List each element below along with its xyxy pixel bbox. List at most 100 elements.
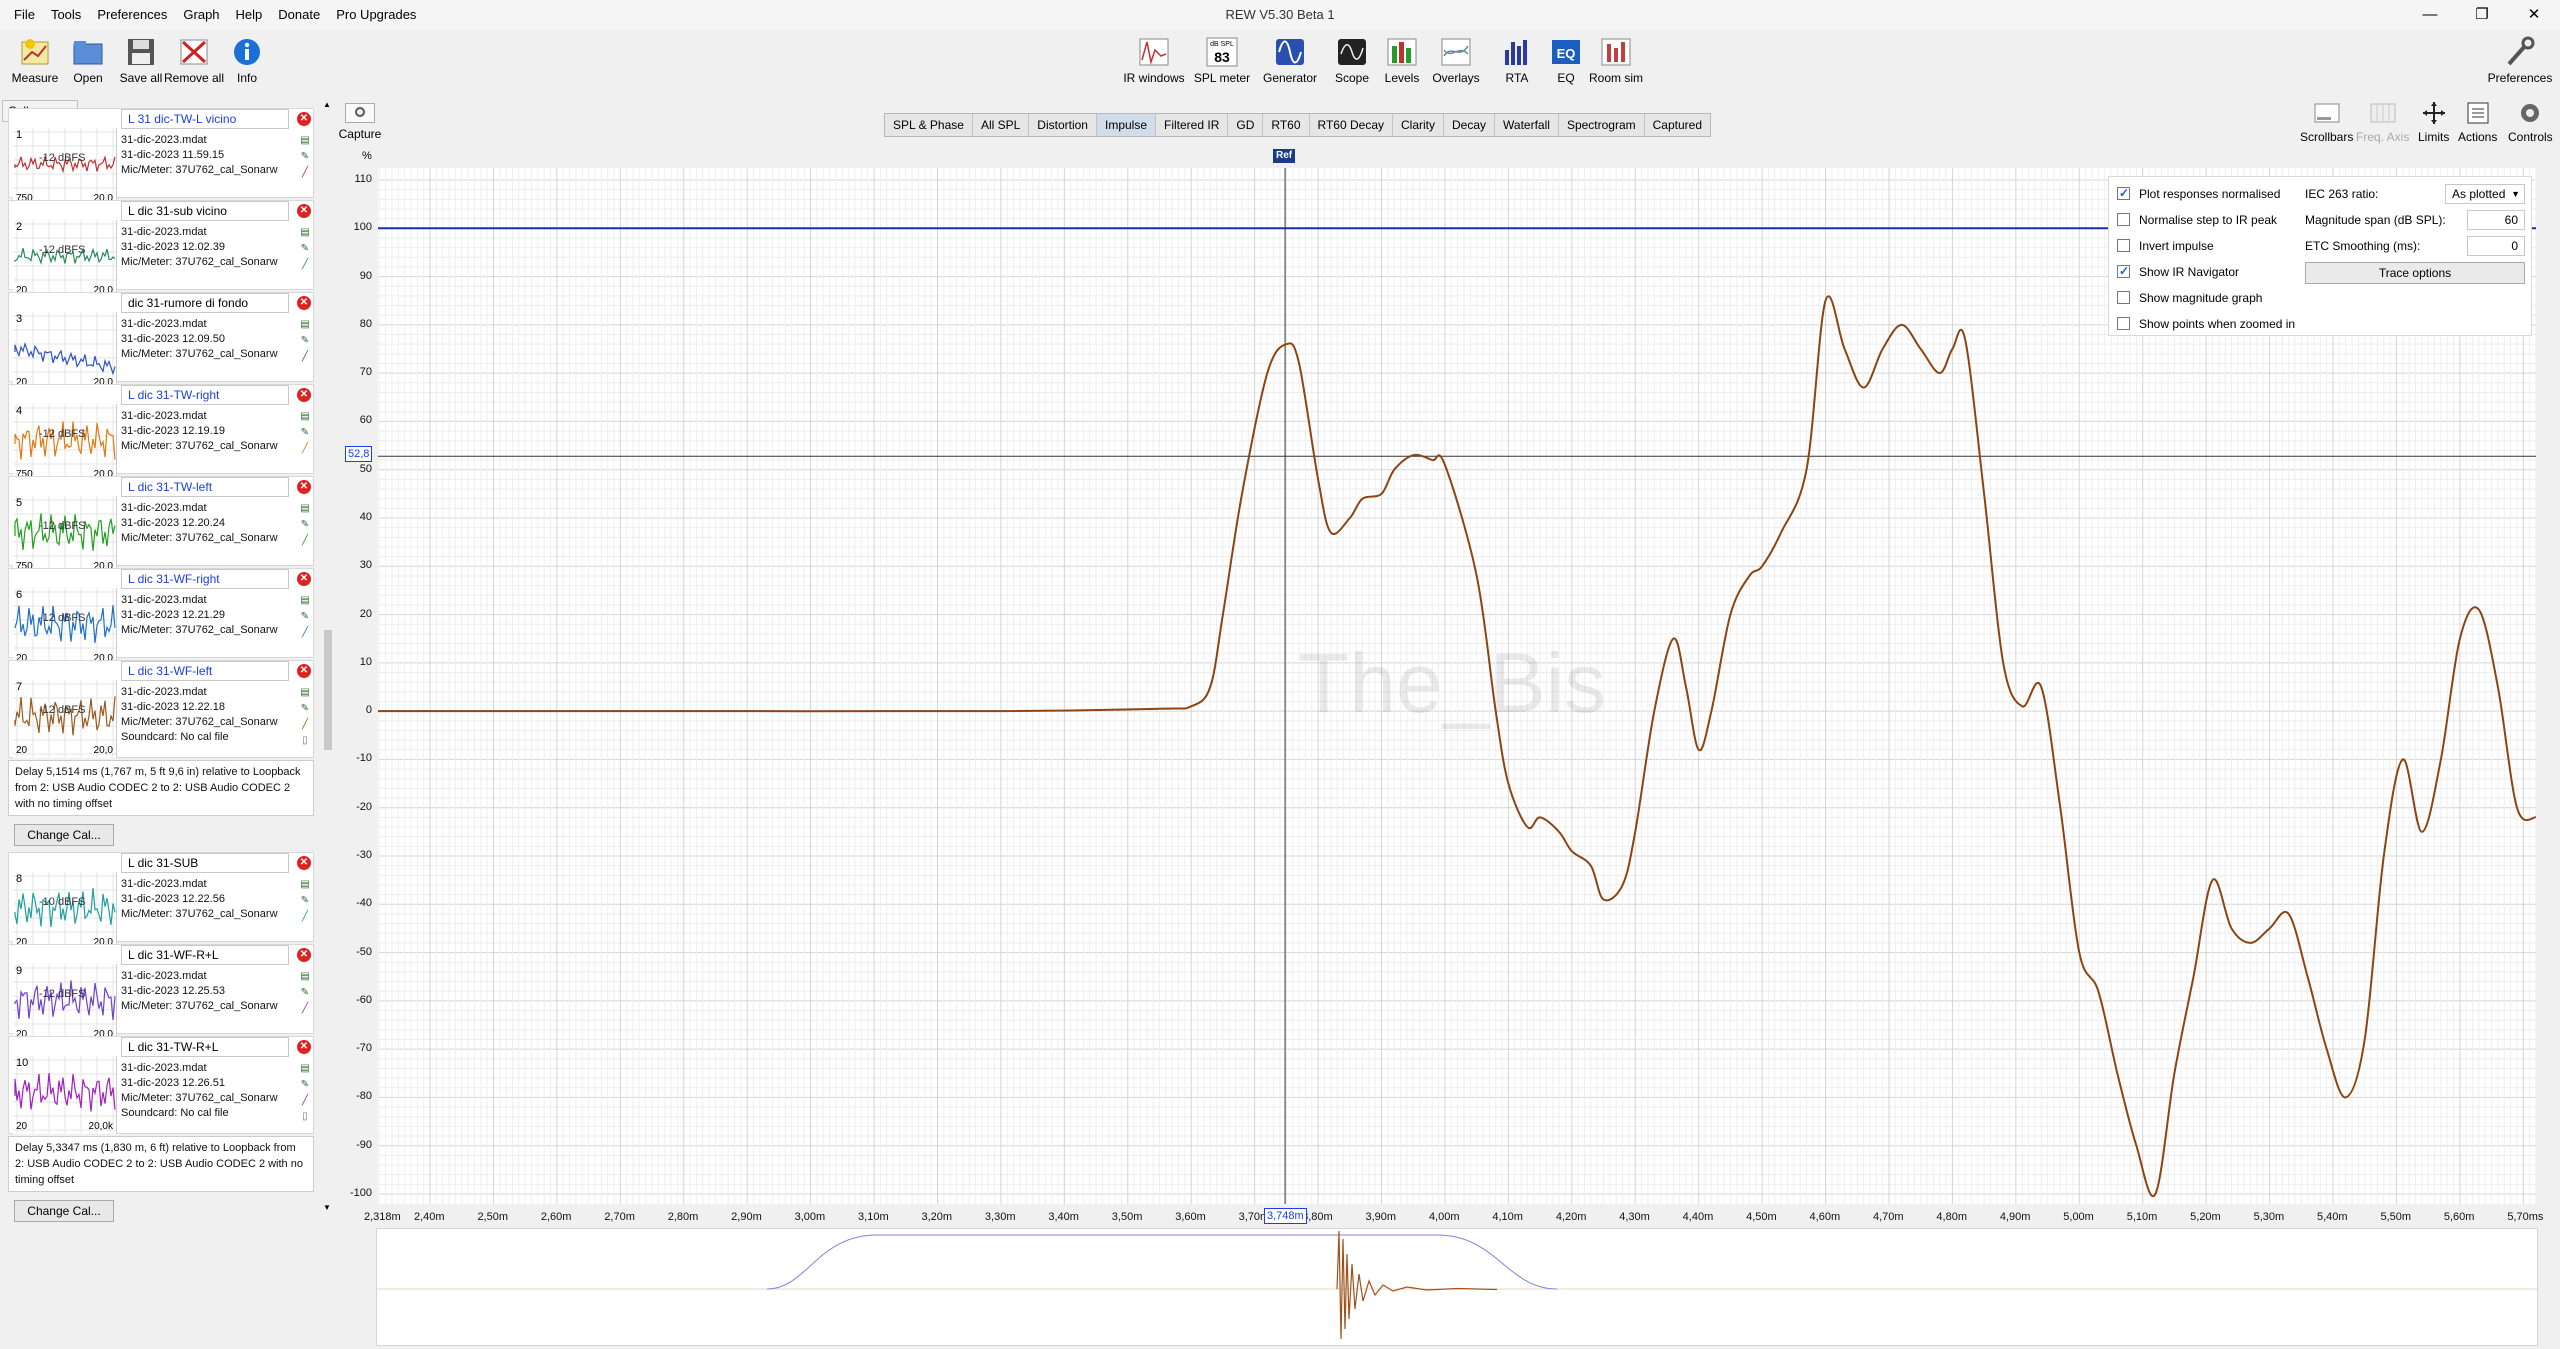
edit-icon[interactable]: ✎ bbox=[299, 519, 311, 531]
show-magnitude-graph-checkbox[interactable]: Show magnitude graph bbox=[2117, 290, 2262, 306]
remove-measurement-icon[interactable]: ✕ bbox=[297, 572, 311, 586]
trace-color-icon[interactable]: ╱ bbox=[299, 535, 311, 547]
remove-measurement-icon[interactable]: ✕ bbox=[297, 948, 311, 962]
iec-ratio-select[interactable]: As plotted ▼ bbox=[2445, 184, 2525, 204]
measurement-name-field[interactable]: L dic 31-SUB bbox=[121, 853, 289, 873]
tab-filtered-ir[interactable]: Filtered IR bbox=[1156, 114, 1229, 136]
measurement-name-field[interactable]: dic 31-rumore di fondo bbox=[121, 293, 289, 313]
limits-button[interactable]: Limits bbox=[2418, 100, 2449, 144]
measurement-name-field[interactable]: L dic 31-TW-right bbox=[121, 385, 289, 405]
tab-waterfall[interactable]: Waterfall bbox=[1495, 114, 1559, 136]
graph-chart-icon[interactable]: ▤ bbox=[299, 595, 311, 607]
scrollbars-button[interactable]: Scrollbars bbox=[2300, 100, 2353, 144]
measurement-item[interactable]: 8-10 dBFS2020,0Delay 3,9604L dic 31-SUB ✕… bbox=[8, 852, 314, 950]
actions-button[interactable]: Actions bbox=[2458, 100, 2497, 144]
trace-color-icon[interactable]: ╱ bbox=[299, 167, 311, 179]
measurement-thumbnail[interactable]: 10 20 20,0k bbox=[13, 1056, 117, 1134]
menu-tools[interactable]: Tools bbox=[43, 0, 89, 30]
scroll-up-icon[interactable]: ▲ bbox=[323, 100, 331, 109]
tab-all-spl[interactable]: All SPL bbox=[973, 114, 1030, 136]
graph-chart-icon[interactable]: ▤ bbox=[299, 687, 311, 699]
trace-color-icon[interactable]: ╱ bbox=[299, 259, 311, 271]
measurement-item[interactable]: 7 -12 dBFS 20 20,0 L dic 31-WF-left ✕ 31-dic-2… bbox=[8, 660, 314, 758]
document-icon[interactable]: ▯ bbox=[299, 735, 311, 747]
change-cal-button[interactable]: Change Cal... bbox=[14, 1200, 114, 1222]
edit-icon[interactable]: ✎ bbox=[299, 335, 311, 347]
measurement-item[interactable]: 2-12 dBFS2020,0Delay 0,9132L dic 31-sub … bbox=[8, 200, 314, 298]
edit-icon[interactable]: ✎ bbox=[299, 427, 311, 439]
measurement-thumbnail[interactable]: 8-10 dBFS2020,0Delay 3,9604 bbox=[13, 872, 117, 950]
overlays-button[interactable]: Overlays bbox=[1424, 36, 1488, 85]
measurement-item[interactable]: 10 20 20,0k L dic 31-TW-R+L ✕ 31-dic-2023.mda… bbox=[8, 1036, 314, 1134]
change-cal-button[interactable]: Change Cal... bbox=[14, 824, 114, 846]
normalise-step-to-ir-peak-checkbox[interactable]: Normalise step to IR peak bbox=[2117, 212, 2277, 228]
menu-help[interactable]: Help bbox=[228, 0, 271, 30]
graph-chart-icon[interactable]: ▤ bbox=[299, 971, 311, 983]
measurement-item[interactable]: 3 20 20,0 dic 31-rumore di fondo ✕ 31-dic-202… bbox=[8, 292, 314, 390]
graph-chart-icon[interactable]: ▤ bbox=[299, 879, 311, 891]
menu-graph[interactable]: Graph bbox=[175, 0, 227, 30]
tab-distortion[interactable]: Distortion bbox=[1029, 114, 1097, 136]
measurement-thumbnail[interactable]: 7 -12 dBFS 20 20,0 bbox=[13, 680, 117, 758]
spl-meter-button[interactable]: dB SPL 83 SPL meter bbox=[1190, 36, 1254, 85]
measurement-name-field[interactable]: L dic 31-TW-left bbox=[121, 477, 289, 497]
remove-measurement-icon[interactable]: ✕ bbox=[297, 296, 311, 310]
graph-chart-icon[interactable]: ▤ bbox=[299, 411, 311, 423]
trace-color-icon[interactable]: ╱ bbox=[299, 719, 311, 731]
measurement-thumbnail[interactable]: 6-12 dBFS2020,0Delay 5,0542 bbox=[13, 588, 117, 666]
scroll-down-icon[interactable]: ▼ bbox=[323, 1203, 331, 1212]
measurement-name-field[interactable]: L dic 31-WF-right bbox=[121, 569, 289, 589]
remove-measurement-icon[interactable]: ✕ bbox=[297, 1040, 311, 1054]
generator-button[interactable]: Generator bbox=[1258, 36, 1322, 85]
edit-icon[interactable]: ✎ bbox=[299, 243, 311, 255]
magnitude-span-field[interactable]: 60 bbox=[2467, 210, 2525, 230]
menu-file[interactable]: File bbox=[6, 0, 43, 30]
remove-measurement-icon[interactable]: ✕ bbox=[297, 204, 311, 218]
measurement-thumbnail[interactable]: 2-12 dBFS2020,0Delay 0,9132 bbox=[13, 220, 117, 298]
scroll-thumb[interactable] bbox=[324, 630, 332, 750]
remove-measurement-icon[interactable]: ✕ bbox=[297, 112, 311, 126]
menu-donate[interactable]: Donate bbox=[270, 0, 328, 30]
trace-color-icon[interactable]: ╱ bbox=[299, 627, 311, 639]
tab-spectrogram[interactable]: Spectrogram bbox=[1559, 114, 1645, 136]
controls-button[interactable]: Controls bbox=[2508, 100, 2553, 144]
tab-spl-phase[interactable]: SPL & Phase bbox=[885, 114, 973, 136]
tab-rt60[interactable]: RT60 bbox=[1263, 114, 1310, 136]
trace-color-icon[interactable]: ╱ bbox=[299, 443, 311, 455]
tab-captured[interactable]: Captured bbox=[1645, 114, 1710, 136]
measurement-thumbnail[interactable]: 9-12 dBFS2020,0Delay 5,0259 bbox=[13, 964, 117, 1042]
measurement-name-field[interactable]: L dic 31-WF-R+L bbox=[121, 945, 289, 965]
sidebar-scrollbar[interactable]: ▲ ▼ bbox=[322, 100, 334, 1212]
remove-measurement-icon[interactable]: ✕ bbox=[297, 664, 311, 678]
graph-chart-icon[interactable]: ▤ bbox=[299, 319, 311, 331]
measurement-thumbnail[interactable]: 1-12 dBFS75020,0Delay 0,6237 bbox=[13, 128, 117, 206]
measurement-item[interactable]: 9-12 dBFS2020,0Delay 5,0259L dic 31-WF-R… bbox=[8, 944, 314, 1042]
room-sim-button[interactable]: Room sim bbox=[1584, 36, 1648, 85]
measurement-name-field[interactable]: L dic 31-sub vicino bbox=[121, 201, 289, 221]
graph-chart-icon[interactable]: ▤ bbox=[299, 135, 311, 147]
freq-axis-button[interactable]: Freq. Axis bbox=[2356, 100, 2409, 144]
measurement-item[interactable]: 5-12 dBFS75020,0Delay 4,0979L dic 31-TW-… bbox=[8, 476, 314, 574]
measurement-name-field[interactable]: L 31 dic-TW-L vicino bbox=[121, 109, 289, 129]
measurement-thumbnail[interactable]: 3 20 20,0 bbox=[13, 312, 117, 390]
measurement-name-field[interactable]: L dic 31-TW-R+L bbox=[121, 1037, 289, 1057]
ref-marker[interactable]: Ref bbox=[1273, 149, 1296, 163]
tab-rt60-decay[interactable]: RT60 Decay bbox=[1310, 114, 1393, 136]
show-ir-navigator-checkbox[interactable]: Show IR Navigator bbox=[2117, 263, 2239, 280]
ir-navigator[interactable] bbox=[376, 1228, 2538, 1346]
trace-color-icon[interactable]: ╱ bbox=[299, 1095, 311, 1107]
trace-options-button[interactable]: Trace options bbox=[2305, 262, 2525, 284]
measurement-item[interactable]: 6-12 dBFS2020,0Delay 5,0542L dic 31-WF-r… bbox=[8, 568, 314, 666]
tab-gd[interactable]: GD bbox=[1228, 114, 1264, 136]
minimize-button[interactable]: — bbox=[2404, 0, 2456, 30]
show-points-when-zoomed-in-checkbox[interactable]: Show points when zoomed in bbox=[2117, 316, 2295, 332]
edit-icon[interactable]: ✎ bbox=[299, 987, 311, 999]
graph-chart-icon[interactable]: ▤ bbox=[299, 227, 311, 239]
measurement-name-field[interactable]: L dic 31-WF-left bbox=[121, 661, 289, 681]
menu-pro-upgrades[interactable]: Pro Upgrades bbox=[328, 0, 424, 30]
edit-icon[interactable]: ✎ bbox=[299, 611, 311, 623]
remove-measurement-icon[interactable]: ✕ bbox=[297, 856, 311, 870]
tab-decay[interactable]: Decay bbox=[1444, 114, 1496, 136]
capture-button[interactable]: Capture bbox=[338, 103, 382, 141]
menu-preferences[interactable]: Preferences bbox=[89, 0, 175, 30]
